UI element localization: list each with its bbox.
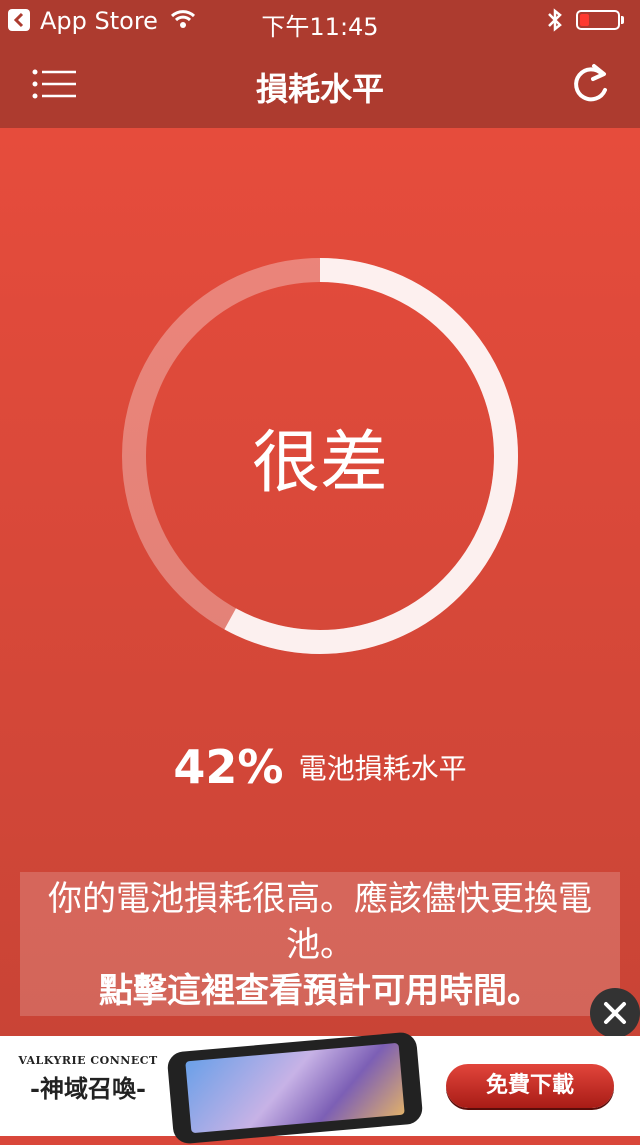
ad-phone-image bbox=[166, 1031, 424, 1145]
bluetooth-icon bbox=[546, 8, 564, 38]
ad-logo: VALKYRIE CONNECT -神域召喚- bbox=[8, 1054, 168, 1104]
status-time: 下午11:45 bbox=[261, 13, 379, 41]
estimate-link[interactable]: 點擊這裡查看預計可用時間。 bbox=[20, 968, 620, 1014]
refresh-icon[interactable] bbox=[566, 60, 614, 108]
wear-message-banner[interactable]: 你的電池損耗很高。應該儘快更換電池。 點擊這裡查看預計可用時間。 bbox=[20, 872, 620, 1016]
ad-game-screenshot bbox=[185, 1042, 405, 1134]
main-content: 很差 42% 電池損耗水平 你的電池損耗很高。應該儘快更換電池。 點擊這裡查看預… bbox=[0, 128, 640, 1036]
wear-label: 電池損耗水平 bbox=[298, 752, 467, 785]
close-icon[interactable] bbox=[590, 988, 640, 1038]
page-title: 損耗水平 bbox=[255, 70, 384, 108]
wear-warning-text: 你的電池損耗很高。應該儘快更換電池。 bbox=[48, 879, 592, 965]
wear-stat: 42% 電池損耗水平 bbox=[0, 740, 640, 794]
battery-level bbox=[580, 14, 589, 26]
wear-status-text: 很差 bbox=[251, 423, 388, 503]
status-bar: App Store 下午11:45 bbox=[0, 0, 640, 41]
nav-bar: 損耗水平 bbox=[0, 40, 640, 128]
ad-brand-zh: -神域召喚- bbox=[30, 1074, 146, 1103]
ad-banner[interactable]: VALKYRIE CONNECT -神域召喚- 免費下載 bbox=[0, 1031, 640, 1145]
battery-icon bbox=[576, 10, 620, 30]
wear-percent: 42% bbox=[173, 740, 284, 794]
ad-brand-en: VALKYRIE CONNECT bbox=[18, 1054, 158, 1067]
battery-tip bbox=[621, 16, 624, 24]
ad-download-button[interactable]: 免費下載 bbox=[446, 1064, 614, 1108]
